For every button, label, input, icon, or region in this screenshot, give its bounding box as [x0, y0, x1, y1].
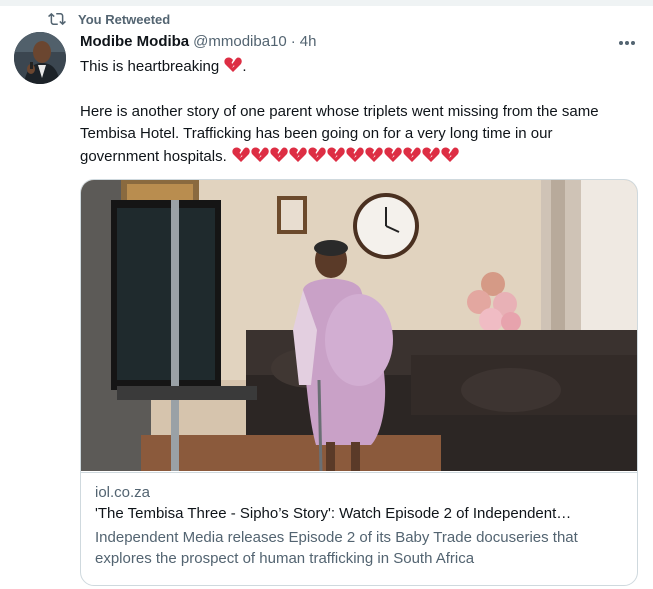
- more-options-button[interactable]: [612, 34, 642, 52]
- link-description: Independent Media releases Episode 2 of …: [95, 529, 578, 567]
- author-handle[interactable]: @mmodiba10: [193, 33, 287, 50]
- broken-heart-icon: [289, 147, 307, 162]
- broken-heart-icon: [403, 147, 421, 162]
- tweet-text: This is heartbreaking . Here is another …: [80, 56, 620, 168]
- avatar[interactable]: [14, 32, 66, 84]
- tweet-body: Here is another story of one parent whos…: [80, 101, 620, 169]
- author-name[interactable]: Modibe Modiba: [80, 33, 189, 50]
- retweet-icon: [48, 12, 66, 26]
- tweet-timestamp[interactable]: 4h: [300, 33, 317, 50]
- retweet-context[interactable]: You Retweeted: [48, 10, 170, 28]
- broken-heart-icon: [441, 147, 459, 162]
- broken-hearts-row: [231, 147, 459, 165]
- broken-heart-icon: [224, 57, 243, 72]
- tweet-line1-end: .: [242, 58, 247, 75]
- top-divider: [0, 0, 653, 6]
- tweet-line1: This is heartbreaking .: [80, 56, 620, 79]
- tweet-line1-text: This is heartbreaking: [80, 58, 220, 75]
- broken-heart-icon: [365, 147, 383, 162]
- broken-heart-icon: [251, 147, 269, 162]
- broken-heart-icon: [422, 147, 440, 162]
- broken-heart-icon: [384, 147, 402, 162]
- link-domain: iol.co.za: [95, 484, 151, 501]
- retweet-label: You Retweeted: [78, 11, 171, 27]
- broken-heart-icon: [308, 147, 326, 162]
- tweet-header: Modibe Modiba @mmodiba10 · 4h: [80, 33, 316, 50]
- broken-heart-icon: [232, 147, 250, 162]
- separator-dot: ·: [290, 33, 296, 50]
- link-preview-card[interactable]: iol.co.za 'The Tembisa Three - Sipho’s S…: [80, 179, 638, 586]
- avatar-image: [14, 32, 66, 84]
- link-preview-meta: iol.co.za 'The Tembisa Three - Sipho’s S…: [81, 472, 637, 569]
- broken-heart-icon: [270, 147, 288, 162]
- link-title: 'The Tembisa Three - Sipho’s Story': Wat…: [95, 505, 572, 522]
- broken-heart-icon: [327, 147, 345, 162]
- more-options-icon: [619, 41, 635, 45]
- broken-heart-icon: [346, 147, 364, 162]
- link-preview-image: [81, 180, 637, 471]
